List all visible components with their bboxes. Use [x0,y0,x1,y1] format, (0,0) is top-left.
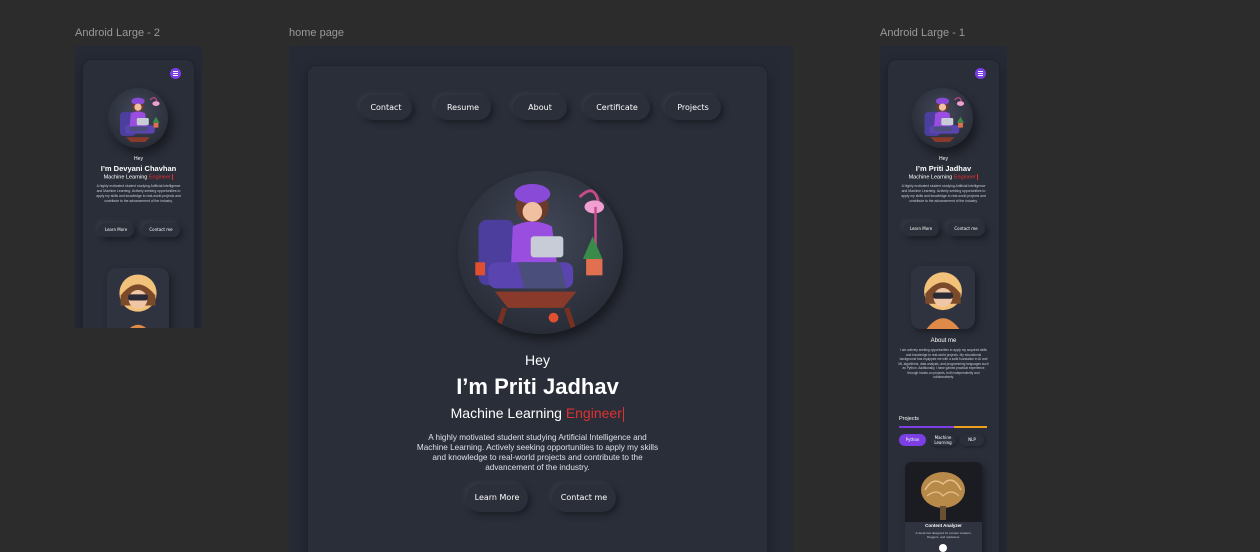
girl-with-laptop-illustration [924,97,965,142]
hero-avatar [458,171,623,334]
chip-machine-learning[interactable]: Machine Learning [930,434,956,446]
greeting: Hey [939,156,948,162]
project-card-desc: A cloud tool designed for content creato… [915,531,972,540]
person-name: I’m Priti Jadhav [915,164,972,173]
projects-progress-fill [899,426,954,428]
text-cursor [622,406,625,422]
brain-illustration [905,462,982,522]
text-cursor [171,174,174,180]
frame-label-android-large-1[interactable]: Android Large - 1 [880,27,965,39]
vr-girl-illustration [107,268,169,328]
about-text: I am actively seeking opportunities to a… [898,348,989,380]
chip-nlp[interactable]: NLP [960,434,984,446]
girl-with-laptop-illustration [475,184,605,329]
mobile-screen: Hey I’m Priti Jadhav Machine Learning En… [888,60,999,552]
github-icon[interactable] [939,544,947,552]
role-line: Machine Learning Engineer [888,174,999,180]
bio-text: A highly motivated student studying Arti… [96,184,181,203]
about-title: About me [930,338,957,344]
role-accent: Engineer [953,174,976,181]
nav-contact-button[interactable]: Contact [360,95,412,120]
greeting: Hey [525,352,550,368]
contact-me-button[interactable]: Contact me [552,484,616,512]
frame-label-android-large-2[interactable]: Android Large - 2 [75,27,160,39]
person-name: I’m Devyani Chavhan [100,164,177,173]
avatar [108,88,168,148]
frame-android-large-2[interactable]: Hey I’m Devyani Chavhan Machine Learning… [75,46,202,328]
role-line: Machine Learning Engineer [83,174,194,180]
frame-android-large-1[interactable]: Hey I’m Priti Jadhav Machine Learning En… [880,46,1007,552]
about-avatar-tile [911,266,975,329]
role-line: Machine Learning Engineer [308,405,767,422]
project-card[interactable]: Content Analyzer A cloud tool designed f… [905,462,982,552]
contact-me-button[interactable]: Contact me [142,223,180,237]
learn-more-button[interactable]: Learn More [98,223,134,237]
nav-about-button[interactable]: About [513,95,567,120]
project-card-title: Content Analyzer [925,523,962,528]
person-name: I’m Priti Jadhav [456,374,619,399]
frame-label-home-page[interactable]: home page [289,27,344,39]
avatar [912,88,973,148]
role-prefix: Machine Learning [908,174,954,181]
chip-python[interactable]: Python [899,434,926,446]
role-accent: Engineer [148,174,171,181]
text-cursor [976,174,979,180]
role-accent: Engineer [565,405,622,421]
greeting: Hey [134,156,143,162]
role-prefix: Machine Learning [103,174,149,181]
girl-with-laptop-illustration [120,97,160,142]
projects-title: Projects [899,416,919,422]
learn-more-button[interactable]: Learn More [466,484,528,512]
menu-icon[interactable] [975,68,986,79]
bio-text: A highly motivated student studying Arti… [901,184,986,203]
mobile-screen: Hey I’m Devyani Chavhan Machine Learning… [83,60,194,328]
frame-home-page[interactable]: Contact Resume About Certificate Project… [289,46,793,552]
nav-certificate-button[interactable]: Certificate [584,95,650,120]
nav-resume-button[interactable]: Resume [435,95,491,120]
learn-more-button[interactable]: Learn More [903,222,939,236]
about-avatar-tile [107,268,169,328]
nav-projects-button[interactable]: Projects [665,95,721,120]
menu-icon[interactable] [170,68,181,79]
role-prefix: Machine Learning [450,405,566,421]
contact-me-button[interactable]: Contact me [947,222,985,236]
home-screen: Contact Resume About Certificate Project… [308,66,767,552]
vr-girl-illustration [911,266,975,329]
bio-text: A highly motivated student studying Arti… [416,433,659,472]
